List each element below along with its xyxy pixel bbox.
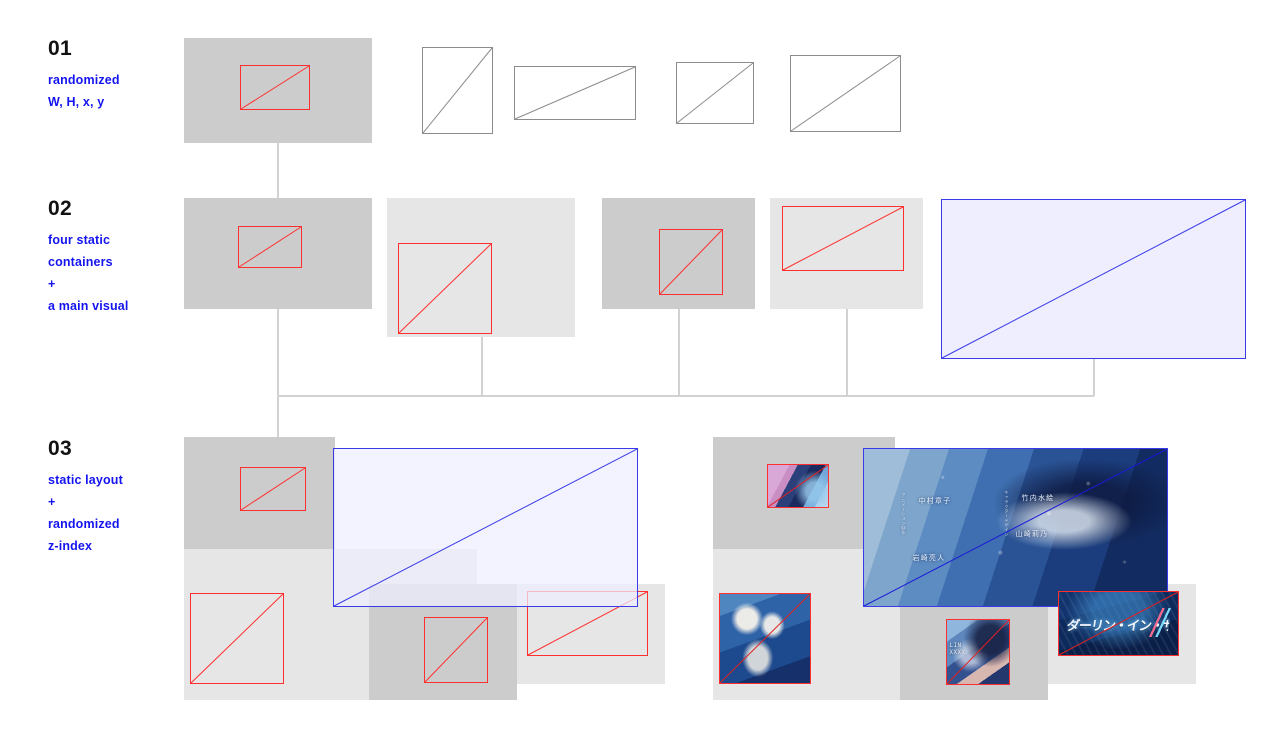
title-card-thumbnail: ダーリン・イン・ザ・フランキス (1058, 591, 1179, 656)
step-number-02: 02 (48, 197, 72, 220)
diagram-canvas: 01 randomized W, H, x, y 02 four static … (0, 0, 1280, 731)
row03-left-red-box-a (240, 467, 306, 511)
row01-red-box (240, 65, 310, 110)
row03-left-red-box-c (424, 617, 488, 683)
character-thumbnail: LIN XXXX (946, 619, 1010, 685)
row03-left-red-box-b (190, 593, 284, 684)
connector-bus (277, 395, 1094, 397)
row02-red-box-d (782, 206, 904, 271)
row03-left-main-visual (333, 448, 638, 607)
connector-drop-main (1093, 359, 1095, 396)
connector-drop-c (678, 309, 680, 396)
connector-row01-row02 (277, 143, 279, 198)
connector-bus-row03 (277, 395, 279, 437)
row02-main-visual (941, 199, 1246, 359)
step-number-01: 01 (48, 37, 72, 60)
row01-sample-box-3 (676, 62, 754, 124)
step-description-03: static layout + randomized z-index (48, 473, 123, 553)
row02-red-box-a (238, 226, 302, 268)
step-number-03: 03 (48, 437, 72, 460)
step-description-02: four static containers + a main visual (48, 233, 129, 313)
row03-right-main-visual: 中村章子 竹内水絵 山崎莉乃 岩崎亮人 アニメーション制作 キャラクターデザイン (863, 448, 1168, 607)
hands-scene-thumbnail (719, 593, 811, 684)
row02-red-box-b (398, 243, 492, 334)
step-description-01: randomized W, H, x, y (48, 73, 120, 109)
row01-sample-box-4 (790, 55, 901, 132)
connector-drop-d (846, 309, 848, 396)
connector-drop-a (277, 309, 279, 396)
kiss-scene-thumbnail (767, 464, 829, 508)
row02-red-box-c (659, 229, 723, 295)
connector-drop-b (481, 337, 483, 396)
row01-sample-box-1 (422, 47, 493, 134)
row01-sample-box-2 (514, 66, 636, 120)
